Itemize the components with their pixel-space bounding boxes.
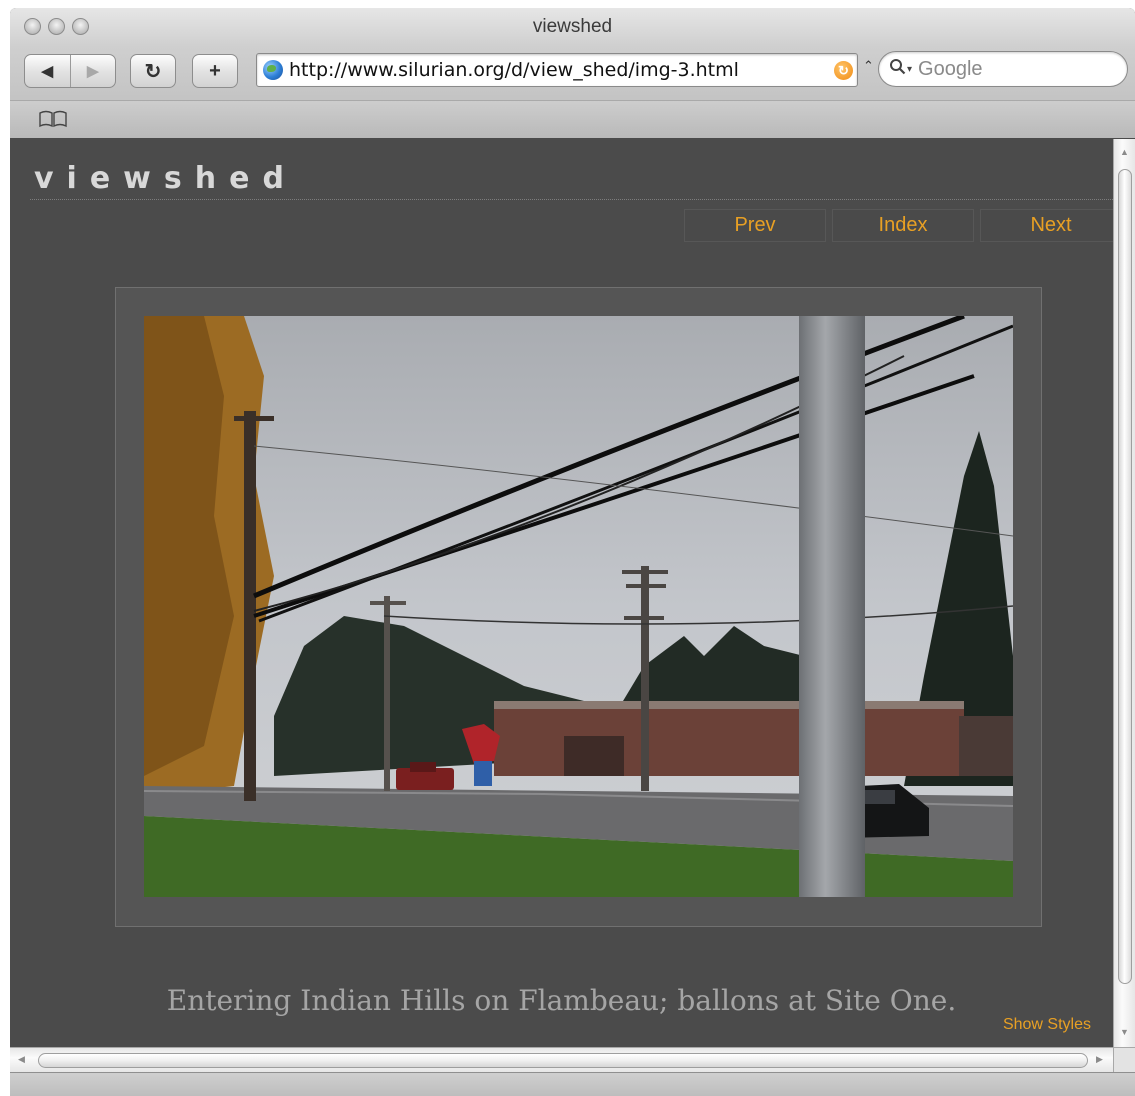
- scroll-down-arrow-icon[interactable]: ▼: [1120, 1027, 1129, 1037]
- scroll-left-arrow-icon[interactable]: ◀: [18, 1054, 25, 1065]
- street-photo: [144, 316, 1013, 897]
- bookmarks-bar: [10, 100, 1135, 138]
- browser-window: viewshed ◀ ▶ ↻ + http://www.silurian.org…: [10, 8, 1135, 1096]
- browser-chrome: viewshed ◀ ▶ ↻ + http://www.silurian.org…: [10, 8, 1135, 138]
- scroll-corner: [1113, 1047, 1135, 1072]
- globe-icon: [263, 60, 283, 80]
- scroll-up-arrow-icon[interactable]: ▲: [1120, 147, 1129, 157]
- site-title: viewshed: [34, 161, 297, 196]
- next-link[interactable]: Next: [980, 209, 1122, 242]
- address-bar[interactable]: http://www.silurian.org/d/view_shed/img-…: [256, 53, 858, 87]
- search-field[interactable]: ▾ Google: [878, 51, 1128, 87]
- reload-icon: ↻: [144, 60, 162, 83]
- title-divider: [30, 199, 1113, 200]
- search-placeholder: Google: [918, 57, 983, 80]
- vertical-scrollbar[interactable]: ▲ ▼: [1113, 139, 1135, 1047]
- window-title: viewshed: [532, 16, 613, 37]
- horizontal-scrollbar[interactable]: ◀ ▶: [10, 1047, 1113, 1072]
- photo-caption: Entering Indian Hills on Flambeau; ballo…: [166, 984, 957, 1017]
- horizontal-scroll-thumb[interactable]: [38, 1053, 1088, 1068]
- reload-button[interactable]: ↻: [130, 54, 176, 88]
- back-icon: ◀: [41, 63, 54, 80]
- url-text[interactable]: http://www.silurian.org/d/view_shed/img-…: [289, 59, 739, 81]
- vertical-scroll-thumb[interactable]: [1118, 169, 1132, 984]
- back-button[interactable]: ◀: [25, 55, 70, 87]
- rss-icon[interactable]: ↻: [834, 61, 853, 80]
- photo-frame: [115, 287, 1042, 927]
- add-bookmark-button[interactable]: +: [192, 54, 238, 88]
- forward-button[interactable]: ▶: [70, 55, 115, 87]
- bookmarks-book-icon[interactable]: [38, 110, 68, 128]
- forward-icon: ▶: [86, 63, 99, 80]
- scroll-right-arrow-icon[interactable]: ▶: [1096, 1054, 1103, 1065]
- caret-icon[interactable]: ⌃: [863, 58, 874, 74]
- status-bar: [10, 1072, 1135, 1096]
- search-dropdown-icon[interactable]: ▾: [907, 64, 912, 75]
- back-forward-buttons: ◀ ▶: [24, 54, 116, 88]
- add-bookmark-icon: +: [209, 59, 221, 82]
- show-styles-link[interactable]: Show Styles: [1003, 1016, 1091, 1034]
- prev-link[interactable]: Prev: [684, 209, 826, 242]
- search-icon[interactable]: [889, 58, 906, 80]
- index-link[interactable]: Index: [832, 209, 974, 242]
- page-content: viewshed Prev Index Next Entering Indian…: [10, 139, 1122, 1047]
